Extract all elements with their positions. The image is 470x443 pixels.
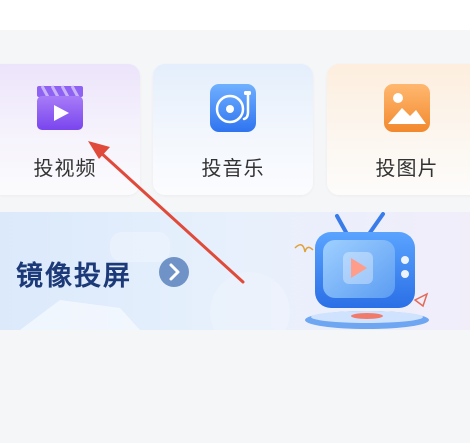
picture-icon	[384, 84, 430, 132]
banner-go-button[interactable]	[159, 257, 189, 287]
top-bar	[0, 0, 470, 30]
cast-music-label: 投音乐	[201, 156, 265, 180]
screen-mirror-title: 镜像投屏	[16, 261, 132, 292]
video-clapper-icon	[37, 85, 83, 130]
cast-options: 投视频 投音乐 投图片	[0, 30, 470, 210]
screen-mirror-banner[interactable]: 镜像投屏	[0, 212, 470, 330]
cast-photo-label: 投图片	[375, 156, 439, 180]
cast-music-card[interactable]: 投音乐	[153, 64, 313, 195]
chevron-right-icon	[169, 263, 180, 281]
cast-photo-card[interactable]: 投图片	[327, 64, 470, 195]
music-record-icon	[210, 84, 256, 132]
cast-video-card[interactable]: 投视频	[0, 64, 140, 195]
tv-play-icon	[294, 212, 429, 329]
cast-video-label: 投视频	[33, 156, 97, 180]
